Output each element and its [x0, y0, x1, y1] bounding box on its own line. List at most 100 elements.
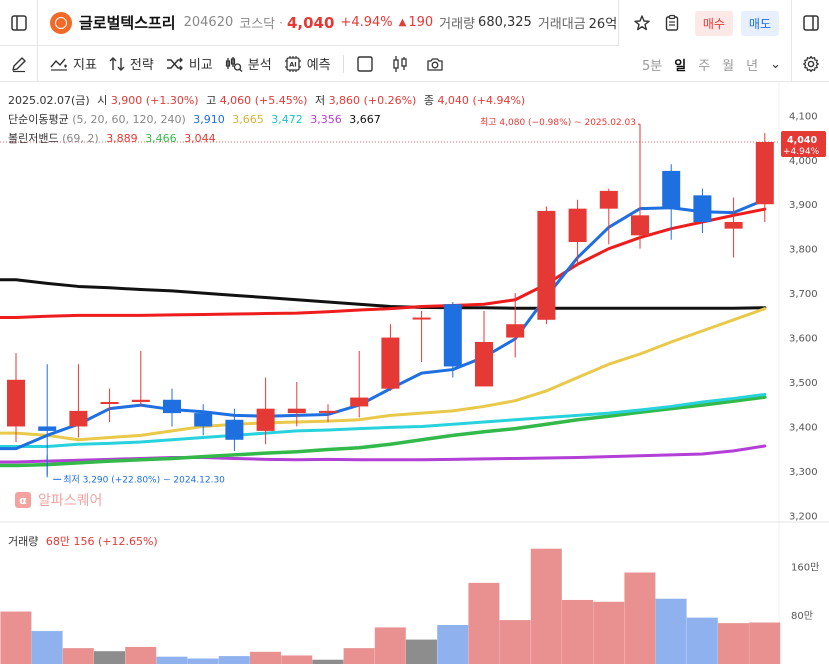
pencil-icon: [11, 56, 26, 72]
indicator-label: 지표: [73, 58, 97, 73]
ma240-value: 3,667: [349, 113, 381, 126]
candle-body: [412, 317, 431, 320]
strategy-label: 전략: [129, 58, 154, 73]
volume-bar: [718, 623, 749, 664]
open-value: 3,900: [110, 94, 143, 107]
indicator-button[interactable]: 지표: [50, 54, 97, 73]
candle: [755, 133, 774, 222]
volume-bar: [125, 646, 157, 664]
bb-lower-value: 3,044: [184, 132, 216, 145]
period-year[interactable]: 년: [746, 55, 758, 74]
period-month[interactable]: 월: [722, 55, 734, 74]
volume-label: 거래량: [439, 17, 476, 32]
candle-body: [350, 397, 369, 407]
volume-bar: [530, 548, 562, 664]
analysis-button[interactable]: 분석: [225, 54, 272, 73]
forecast-button[interactable]: AI 예측: [284, 54, 331, 73]
volume-bar: [156, 656, 188, 664]
ma240-line: [0, 278, 767, 310]
volume-bar: [250, 651, 281, 664]
volume-bar: [437, 624, 469, 664]
volume-bar: [0, 611, 32, 664]
chart-area[interactable]: 4,100 4,000 3,900 3,800 3,700 3,600 3,500 3,400…: [0, 82, 829, 664]
analysis-label: 분석: [247, 58, 272, 73]
volume-bar: [343, 648, 375, 664]
settings-button[interactable]: [791, 46, 829, 82]
stock-header: 글로벌텍스프리 204620 코스닥 · 4,040 +4.94% ▲ 190 …: [0, 0, 829, 46]
volume-bar: [562, 599, 593, 664]
candle: [693, 188, 712, 234]
square-icon: [356, 55, 373, 72]
close-value: 4,040: [437, 94, 469, 107]
low-note: 최저 3,290 (+22.80%) ~ 2024.12.30: [63, 474, 225, 485]
ma-info[interactable]: 단순이동평균 (5, 20, 60, 120, 240) 3,910 3,665…: [8, 111, 381, 127]
y-tick-label: 3,900: [789, 200, 818, 211]
candle: [163, 388, 181, 427]
compare-label: 비교: [188, 58, 213, 73]
candle-body: [443, 304, 462, 367]
forecast-label: 예측: [306, 58, 331, 73]
up-arrow-icon: ▲: [398, 17, 407, 28]
candle: [443, 302, 462, 378]
watermark-text: 알파스퀘어: [38, 493, 103, 509]
high-pct: (+5.45%): [254, 94, 308, 107]
bb-info[interactable]: 볼린저밴드 (69, 2) 3,889 3,466 3,044: [8, 130, 216, 146]
volume-bar: [62, 648, 94, 664]
sidebar-right-icon: [802, 15, 819, 31]
candle-body: [69, 410, 88, 427]
period-day[interactable]: 일: [674, 55, 686, 74]
volume-bar: [281, 655, 313, 664]
candle-body: [287, 408, 306, 414]
period-5min[interactable]: 5분: [642, 55, 662, 74]
candle-style-button[interactable]: [391, 55, 414, 73]
candle-body: [7, 379, 25, 427]
alphasquare-logo-icon: α: [15, 492, 31, 508]
clipboard-icon[interactable]: [659, 10, 685, 36]
left-panel-toggle[interactable]: [0, 0, 38, 46]
y-tick-label: 4,000: [789, 156, 818, 167]
chart-box-button[interactable]: [356, 55, 379, 73]
favorite-star-icon[interactable]: [629, 10, 655, 36]
open-label: 시: [97, 94, 108, 107]
divider: [617, 0, 619, 46]
candle-body: [194, 413, 213, 427]
period-week[interactable]: 주: [698, 55, 710, 74]
y-tick-label: 3,400: [789, 422, 818, 433]
chevron-down-icon[interactable]: ⌄: [770, 57, 781, 72]
volume-bar: [468, 582, 500, 664]
close-label: 종: [423, 94, 434, 107]
buy-button[interactable]: 매수: [694, 10, 733, 36]
candle: [381, 324, 400, 391]
y-tick-label: 3,500: [789, 378, 818, 389]
svg-text:α: α: [19, 494, 27, 507]
right-panel-toggle[interactable]: [792, 10, 829, 36]
strategy-button[interactable]: 전략: [109, 54, 154, 73]
period-selector: 5분 일 주 월 년 ⌄: [630, 46, 781, 82]
candle-body: [693, 195, 712, 222]
screenshot-button[interactable]: [426, 55, 449, 73]
candle-body: [475, 342, 493, 387]
y-tick-label: 4,100: [789, 111, 818, 122]
bb-mid-value: 3,466: [145, 132, 177, 145]
compare-button[interactable]: 비교: [166, 54, 213, 73]
svg-text:AI: AI: [289, 60, 296, 68]
sell-button[interactable]: 매도: [740, 10, 779, 36]
volume-bar: [312, 659, 344, 664]
last-price-value: 4,040: [787, 135, 817, 146]
change-percent: +4.94%: [340, 15, 393, 30]
candle-body: [225, 419, 244, 440]
company-logo: [50, 11, 72, 34]
strategy-icon: [109, 56, 125, 71]
stock-name[interactable]: 글로벌텍스프리: [79, 12, 176, 33]
sidebar-icon: [10, 14, 27, 31]
price-chart[interactable]: 4,100 4,000 3,900 3,800 3,700 3,600 3,500 3,400…: [0, 82, 829, 664]
y-tick-label: 3,700: [789, 289, 818, 300]
draw-tool-button[interactable]: [0, 45, 38, 82]
shuffle-icon: [166, 57, 183, 70]
candle: [506, 293, 525, 358]
volume-tick-label: 80만: [791, 610, 813, 622]
candle-body: [599, 190, 618, 209]
candle-body: [381, 337, 400, 389]
volume-tick-label: 160만: [791, 561, 819, 573]
candle-body: [38, 426, 57, 431]
